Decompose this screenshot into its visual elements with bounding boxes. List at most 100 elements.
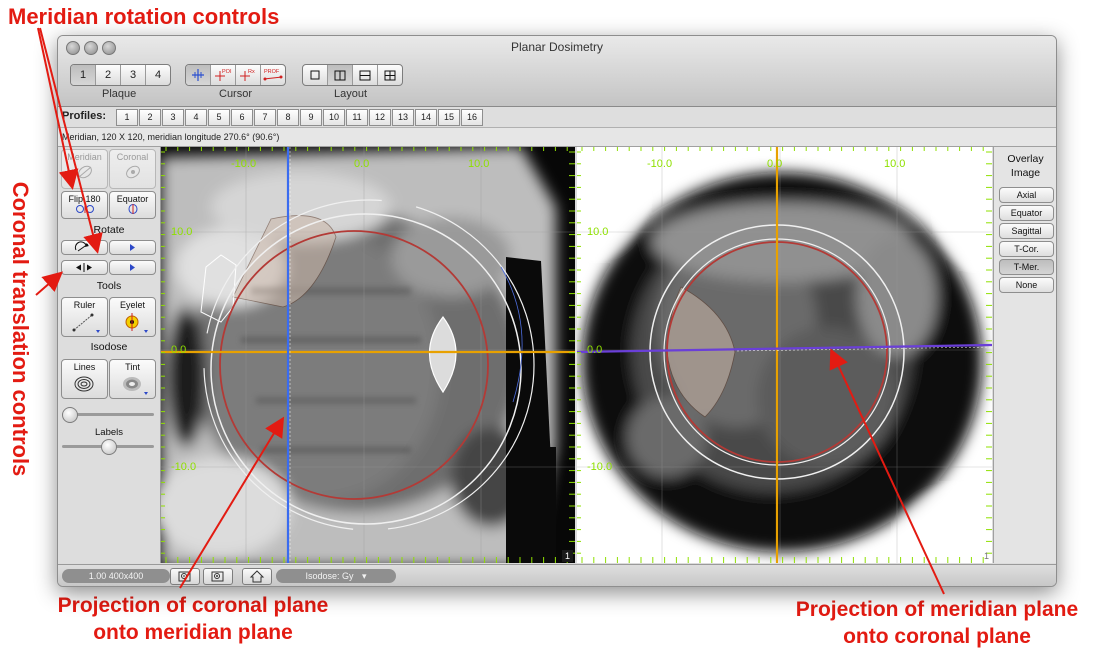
- translate-coronal-icon: [76, 263, 92, 272]
- overlay-equator-button[interactable]: Equator: [999, 205, 1054, 221]
- zoom-in-icon: [211, 571, 224, 582]
- translate-coronal-step-button[interactable]: [109, 260, 156, 275]
- profile-button-4[interactable]: 4: [185, 109, 207, 126]
- profile-button-8[interactable]: 8: [277, 109, 299, 126]
- profile-button-12[interactable]: 12: [369, 109, 391, 126]
- meridian-view-button[interactable]: Meridian: [61, 149, 108, 189]
- isodose-units-value: Isodose: Gy: [305, 571, 354, 581]
- meridian-projection-line2: onto coronal plane: [843, 625, 1031, 648]
- overlay-tmer-button[interactable]: T-Mer.: [999, 259, 1054, 275]
- profile-button-13[interactable]: 13: [392, 109, 414, 126]
- meridian-plane-canvas[interactable]: -10.0 0.0 10.0 10.0 0.0 -10.0: [161, 147, 575, 563]
- meridian-top-tick-10: 10.0: [468, 158, 489, 170]
- eyelet-tool-button[interactable]: Eyelet: [109, 297, 156, 337]
- rx-cursor-icon: Rx: [240, 69, 255, 81]
- isodose-slider-thumb[interactable]: [62, 407, 78, 423]
- meridian-rotation-annotation: Meridian rotation controls: [8, 4, 280, 29]
- flip-180-button[interactable]: Flip 180: [61, 191, 108, 219]
- profile-cursor-button[interactable]: PROF: [261, 65, 285, 85]
- plaque-3-button[interactable]: 3: [121, 65, 146, 85]
- meridian-projection-annotation: Projection of meridian plane onto corona…: [772, 596, 1102, 650]
- profile-button-14[interactable]: 14: [415, 109, 437, 126]
- labels-slider-thumb[interactable]: [101, 439, 117, 455]
- meridian-top-tick-neg10: -10.0: [231, 158, 256, 170]
- coronal-label: Coronal: [116, 152, 149, 162]
- plaque-2-button[interactable]: 2: [96, 65, 121, 85]
- profile-button-6[interactable]: 6: [231, 109, 253, 126]
- overlay-axial-button[interactable]: Axial: [999, 187, 1054, 203]
- prof-icon-text: PROF: [264, 69, 280, 75]
- profiles-bar: Profiles: 1 2 3 4 5 6 7 8 9 10 11 12 13 14 15 16: [58, 107, 1056, 128]
- isodose-lines-icon: [74, 376, 94, 392]
- isodose-tint-icon: [123, 377, 148, 395]
- coronal-top-tick-neg10: -10.0: [647, 158, 672, 170]
- eyelet-label: Eyelet: [119, 300, 145, 310]
- ruler-tool-button[interactable]: Ruler: [61, 297, 108, 337]
- meridian-label: Meridian: [67, 152, 102, 162]
- flip-label: Flip 180: [68, 194, 101, 204]
- rotate-meridian-button[interactable]: [61, 240, 108, 255]
- coronal-top-tick-0: 0.0: [767, 158, 782, 170]
- crosshair-icon: [192, 69, 204, 81]
- coronal-plane-view[interactable]: -10.0 0.0 10.0 10.0 0.0 -10.0 1: [577, 147, 992, 563]
- rotate-section-title: Rotate: [93, 224, 125, 236]
- equator-icon: [128, 204, 137, 214]
- overlay-none-button[interactable]: None: [999, 277, 1054, 293]
- zoom-in-button[interactable]: [203, 568, 233, 585]
- flip-icon: [75, 205, 94, 213]
- layout-label: Layout: [334, 88, 368, 100]
- crosshair-cursor-button[interactable]: [186, 65, 211, 85]
- isodose-tint-button[interactable]: Tint: [109, 359, 156, 399]
- plaque-1-button[interactable]: 1: [71, 65, 96, 85]
- rx-icon-text: Rx: [248, 69, 255, 75]
- profile-button-10[interactable]: 10: [323, 109, 345, 126]
- translate-coronal-button[interactable]: [61, 260, 108, 275]
- planar-dosimetry-window: Planar Dosimetry 1 2 3 4 Plaque POI Rx P…: [57, 35, 1057, 587]
- quad-layout-icon: [384, 70, 396, 81]
- plaque-selector: 1 2 3 4: [70, 64, 171, 86]
- chevron-down-icon: ▾: [362, 571, 367, 581]
- profile-button-3[interactable]: 3: [162, 109, 184, 126]
- coronal-view-button[interactable]: Coronal: [109, 149, 156, 189]
- overlay-sagittal-button[interactable]: Sagittal: [999, 223, 1054, 239]
- split-horizontal-icon: [359, 70, 371, 81]
- profile-cursor-icon: PROF: [263, 69, 283, 81]
- overlay-tcor-button[interactable]: T-Cor.: [999, 241, 1054, 257]
- rotate-meridian-step-button[interactable]: [109, 240, 156, 255]
- profile-button-9[interactable]: 9: [300, 109, 322, 126]
- profile-button-5[interactable]: 5: [208, 109, 230, 126]
- rx-cursor-button[interactable]: Rx: [236, 65, 261, 85]
- profile-button-16[interactable]: 16: [461, 109, 483, 126]
- isodose-section-title: Isodose: [90, 341, 128, 353]
- plaque-4-button[interactable]: 4: [146, 65, 170, 85]
- split-horizontal-button[interactable]: [353, 65, 378, 85]
- overlay-title-line2: Image: [1010, 167, 1041, 179]
- quad-layout-button[interactable]: [378, 65, 402, 85]
- profile-button-15[interactable]: 15: [438, 109, 460, 126]
- coronal-top-tick-10: 10.0: [884, 158, 905, 170]
- isodose-units-select[interactable]: Isodose: Gy ▾: [276, 569, 396, 583]
- rotate-meridian-icon: [74, 241, 89, 252]
- home-icon: [249, 570, 265, 583]
- profile-button-7[interactable]: 7: [254, 109, 276, 126]
- split-vertical-button[interactable]: [328, 65, 353, 85]
- coronal-plane-canvas[interactable]: -10.0 0.0 10.0 10.0 0.0 -10.0: [577, 147, 992, 563]
- cursor-label: Cursor: [219, 88, 253, 100]
- zoom-readout: 1.00 400x400: [62, 569, 170, 583]
- meridian-plane-view[interactable]: -10.0 0.0 10.0 10.0 0.0 -10.0 1: [161, 147, 575, 563]
- profile-button-1[interactable]: 1: [116, 109, 138, 126]
- isodose-lines-button[interactable]: Lines: [61, 359, 108, 399]
- overlay-title-line1: Overlay: [1007, 153, 1044, 165]
- profile-button-2[interactable]: 2: [139, 109, 161, 126]
- single-layout-button[interactable]: [303, 65, 328, 85]
- equator-button[interactable]: Equator: [109, 191, 156, 219]
- coronal-left-tick-10: 10.0: [587, 226, 608, 238]
- home-view-button[interactable]: [242, 568, 272, 585]
- profile-button-11[interactable]: 11: [346, 109, 368, 126]
- coronal-projection-line2: onto meridian plane: [93, 621, 293, 644]
- coronal-projection-annotation: Projection of coronal plane onto meridia…: [38, 592, 348, 646]
- coronal-icon: [125, 165, 140, 179]
- poi-cursor-button[interactable]: POI: [211, 65, 236, 85]
- zoom-out-button[interactable]: [170, 568, 200, 585]
- overlay-image-panel: Overlay Image Axial Equator Sagittal T-C…: [993, 147, 1056, 563]
